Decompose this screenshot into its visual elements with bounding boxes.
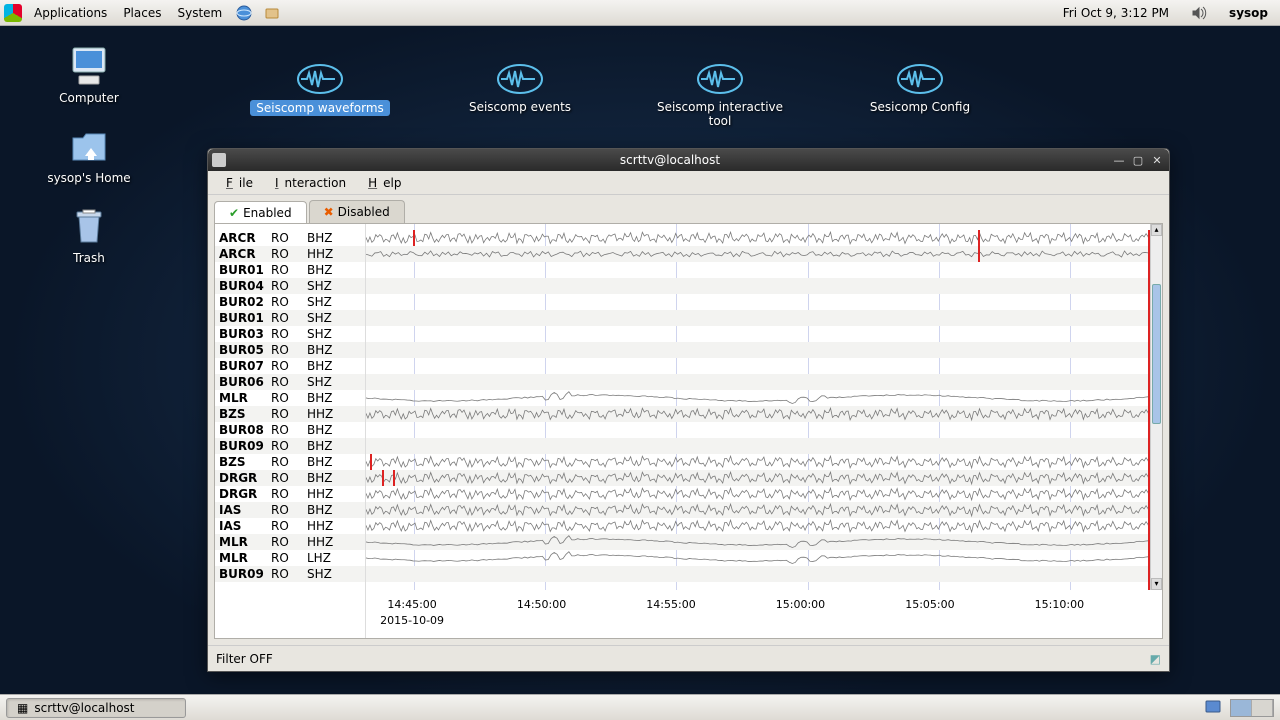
seiscomp-config-launcher[interactable]: Sesicomp Config: [850, 62, 990, 128]
channel-row[interactable]: BUR07ROBHZ: [215, 358, 365, 374]
x-icon: ✖: [324, 205, 334, 219]
browser-launcher-icon[interactable]: [235, 4, 253, 22]
distro-icon: [4, 4, 22, 22]
interaction-menu[interactable]: Interaction: [263, 174, 352, 192]
scrttv-window: scrttv@localhost — ▢ ✕ File Interaction …: [207, 148, 1170, 672]
file-menu[interactable]: File: [214, 174, 259, 192]
maximize-button[interactable]: ▢: [1130, 153, 1146, 167]
config-label: Sesicomp Config: [870, 100, 970, 114]
trash-label: Trash: [44, 251, 134, 265]
seiscomp-waveforms-launcher[interactable]: Seiscomp waveforms: [250, 62, 390, 128]
clock[interactable]: Fri Oct 9, 3:12 PM: [1055, 3, 1177, 23]
user-menu[interactable]: sysop: [1221, 3, 1276, 23]
tray: [1204, 697, 1274, 718]
channel-row[interactable]: MLRROHHZ: [215, 534, 365, 550]
task-icon: ▦: [17, 701, 28, 715]
home-label: sysop's Home: [44, 171, 134, 185]
tabbar: ✔ Enabled ✖ Disabled: [208, 195, 1169, 223]
channel-row[interactable]: BUR09ROSHZ: [215, 566, 365, 582]
computer-label: Computer: [44, 91, 134, 105]
channel-row[interactable]: BUR08ROBHZ: [215, 422, 365, 438]
scroll-thumb[interactable]: [1152, 284, 1161, 424]
task-scrttv[interactable]: ▦ scrttv@localhost: [6, 698, 186, 718]
places-menu[interactable]: Places: [115, 3, 169, 23]
launcher-row: Seiscomp waveforms Seiscomp events Seisc…: [250, 62, 990, 128]
channel-row[interactable]: ARCRROBHZ: [215, 230, 365, 246]
channel-row[interactable]: BZSROHHZ: [215, 406, 365, 422]
window-icon: [212, 153, 226, 167]
interactive-label: Seiscomp interactive tool: [650, 100, 790, 128]
vertical-scrollbar[interactable]: ▴ ▾: [1150, 224, 1162, 590]
applications-menu[interactable]: Applications: [26, 3, 115, 23]
time-tick: 15:10:00: [1035, 598, 1084, 611]
channel-labels: ARCRROBHZARCRROHHZBUR01ROBHZBUR04ROSHZBU…: [215, 224, 365, 638]
channel-row[interactable]: BUR02ROSHZ: [215, 294, 365, 310]
filemanager-launcher-icon[interactable]: [263, 4, 281, 22]
time-tick: 14:50:00: [517, 598, 566, 611]
time-tick: 15:00:00: [776, 598, 825, 611]
window-title: scrttv@localhost: [232, 153, 1108, 167]
volume-icon[interactable]: [1190, 4, 1208, 22]
system-menu[interactable]: System: [169, 3, 230, 23]
seiscomp-interactive-launcher[interactable]: Seiscomp interactive tool: [650, 62, 790, 128]
channel-row[interactable]: DRGRROBHZ: [215, 470, 365, 486]
waveforms-label: Seiscomp waveforms: [250, 100, 390, 116]
channel-row[interactable]: DRGRROHHZ: [215, 486, 365, 502]
tab-disabled[interactable]: ✖ Disabled: [309, 200, 405, 223]
task-label: scrttv@localhost: [34, 701, 134, 715]
events-label: Seiscomp events: [469, 100, 571, 114]
close-button[interactable]: ✕: [1149, 153, 1165, 167]
channel-row[interactable]: MLRROLHZ: [215, 550, 365, 566]
waveform-panel: ARCRROBHZARCRROHHZBUR01ROBHZBUR04ROSHZBU…: [214, 223, 1163, 639]
tray-app-icon[interactable]: [1204, 697, 1222, 718]
check-icon: ✔: [229, 206, 239, 220]
channel-row[interactable]: BZSROBHZ: [215, 454, 365, 470]
tab-disabled-label: Disabled: [338, 205, 390, 219]
scroll-down-button[interactable]: ▾: [1151, 578, 1162, 590]
channel-row[interactable]: BUR05ROBHZ: [215, 342, 365, 358]
time-axis: 14:45:00 14:50:00 14:55:00 15:00:00 15:05:00…: [365, 594, 1150, 634]
time-date: 2015-10-09: [380, 614, 444, 627]
titlebar[interactable]: scrttv@localhost — ▢ ✕: [208, 149, 1169, 171]
desktop[interactable]: Computer sysop's Home Trash Seiscomp wav…: [0, 26, 1280, 694]
channel-row[interactable]: BUR03ROSHZ: [215, 326, 365, 342]
channel-row[interactable]: MLRROBHZ: [215, 390, 365, 406]
bottom-panel: ▦ scrttv@localhost: [0, 694, 1280, 720]
trace-area[interactable]: ▴ ▾: [365, 224, 1162, 638]
workspace-pager[interactable]: [1230, 699, 1274, 717]
statusbar: Filter OFF ◩: [208, 645, 1169, 671]
top-panel: Applications Places System Fri Oct 9, 3:…: [0, 0, 1280, 26]
channel-row[interactable]: BUR06ROSHZ: [215, 374, 365, 390]
scroll-up-button[interactable]: ▴: [1151, 224, 1162, 236]
tab-enabled[interactable]: ✔ Enabled: [214, 201, 307, 224]
time-tick: 14:55:00: [646, 598, 695, 611]
time-tick: 14:45:00: [387, 598, 436, 611]
window-menubar: File Interaction Help: [208, 171, 1169, 195]
channel-row[interactable]: BUR09ROBHZ: [215, 438, 365, 454]
seiscomp-events-launcher[interactable]: Seiscomp events: [450, 62, 590, 128]
filter-status: Filter OFF: [216, 652, 273, 666]
resize-grip-icon[interactable]: ◩: [1150, 652, 1161, 666]
home-folder-icon[interactable]: sysop's Home: [44, 126, 134, 185]
channel-row[interactable]: BUR01ROBHZ: [215, 262, 365, 278]
tab-enabled-label: Enabled: [243, 206, 292, 220]
channel-row[interactable]: IASROHHZ: [215, 518, 365, 534]
channel-row[interactable]: BUR01ROSHZ: [215, 310, 365, 326]
trash-icon[interactable]: Trash: [44, 206, 134, 265]
minimize-button[interactable]: —: [1111, 153, 1127, 167]
computer-icon[interactable]: Computer: [44, 46, 134, 105]
channel-row[interactable]: IASROBHZ: [215, 502, 365, 518]
channel-row[interactable]: BUR04ROSHZ: [215, 278, 365, 294]
help-menu[interactable]: Help: [356, 174, 407, 192]
channel-row[interactable]: ARCRROHHZ: [215, 246, 365, 262]
time-tick: 15:05:00: [905, 598, 954, 611]
